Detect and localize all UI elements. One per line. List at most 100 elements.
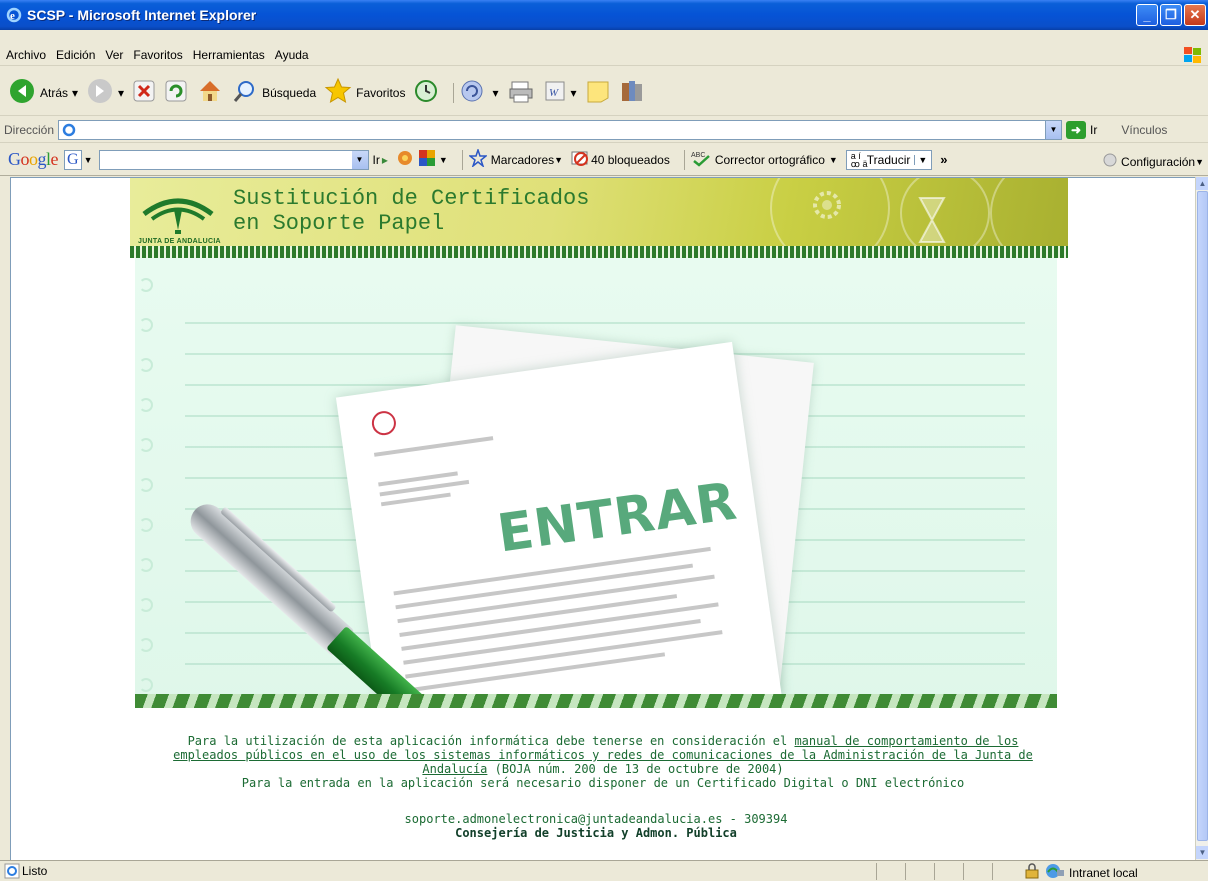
tools-dropdown-icon[interactable]: ▼ — [439, 155, 448, 165]
window-titlebar: e SCSP - Microsoft Internet Explorer _ ❐… — [0, 0, 1208, 30]
stop-icon — [132, 79, 156, 106]
menu-edicion[interactable]: Edición — [56, 48, 95, 62]
mail-button[interactable]: ▾ — [460, 78, 499, 107]
scroll-down-icon[interactable]: ▼ — [1196, 846, 1208, 859]
spellcheck-button[interactable]: ABC Corrector ortográfico ▼ — [691, 149, 838, 170]
spiral-ring — [139, 518, 153, 532]
stop-button[interactable] — [132, 79, 156, 106]
edit-button[interactable]: W ▾ — [543, 79, 577, 106]
google-logo[interactable]: Google — [8, 149, 58, 170]
scroll-up-icon[interactable]: ▲ — [1196, 177, 1208, 190]
edit-dropdown-icon[interactable]: ▾ — [571, 86, 577, 100]
google-g-icon[interactable]: G — [64, 149, 82, 170]
status-panel — [876, 863, 877, 880]
ie-icon: e — [6, 7, 22, 23]
address-input[interactable]: ▼ — [58, 119, 1063, 141]
status-panel — [934, 863, 935, 880]
links-label[interactable]: Vínculos — [1121, 123, 1167, 137]
bookmarks-button[interactable]: Marcadores ▼ — [467, 147, 563, 170]
status-panel — [963, 863, 964, 880]
go-button[interactable]: ➜ Ir — [1066, 120, 1098, 139]
junta-andalucia-logo[interactable] — [138, 186, 218, 246]
back-arrow-icon — [8, 77, 36, 108]
menu-archivo[interactable]: Archivo — [6, 48, 46, 62]
spiral-ring — [139, 598, 153, 612]
hero-illustration[interactable]: ENTRAR — [135, 258, 1057, 706]
usage-notice-boja: (BOJA núm. 200 de 13 de octubre de 2004) — [487, 762, 784, 776]
back-button[interactable]: Atrás ▾ — [8, 77, 78, 108]
google-go-button[interactable]: Ir ▸ — [373, 153, 388, 167]
translate-label: Traducir — [866, 152, 911, 167]
scrollbar-thumb[interactable] — [1197, 191, 1208, 841]
home-button[interactable] — [196, 77, 224, 108]
go-arrow-icon: ➜ — [1066, 120, 1087, 139]
google-separator — [461, 149, 463, 170]
spiral-ring — [139, 558, 153, 572]
status-page-icon — [4, 863, 20, 881]
favorites-button[interactable]: Favoritos — [324, 77, 405, 108]
search-label: Búsqueda — [262, 85, 317, 100]
more-chevron-icon[interactable]: » — [940, 152, 947, 167]
bookmarks-dropdown-icon[interactable]: ▼ — [554, 155, 563, 165]
menu-herramientas[interactable]: Herramientas — [193, 48, 265, 62]
organization-name: Consejería de Justicia y Admon. Pública — [455, 826, 737, 840]
spellcheck-icon: ABC — [691, 149, 711, 170]
standard-toolbar: Atrás ▾ ▾ Búsqueda Favoritos ▾ W ▾ — [0, 70, 1208, 116]
spiral-ring — [139, 278, 153, 292]
menu-ver[interactable]: Ver — [105, 48, 123, 62]
page-icon — [61, 122, 77, 141]
settings-label: Configuración — [1121, 154, 1196, 169]
document-seal-icon — [368, 407, 400, 442]
intranet-globe-icon — [1045, 863, 1065, 881]
close-button[interactable]: ✕ — [1184, 4, 1206, 26]
address-dropdown-icon[interactable]: ▼ — [1045, 120, 1062, 139]
search-button[interactable]: Búsqueda — [232, 78, 316, 107]
color-blocks-icon — [418, 149, 436, 170]
security-zone[interactable]: Intranet local — [1025, 863, 1138, 881]
menu-favoritos[interactable]: Favoritos — [133, 48, 182, 62]
vertical-scrollbar[interactable]: ▲ ▼ — [1195, 177, 1208, 860]
forward-button[interactable]: ▾ — [86, 77, 124, 108]
print-button[interactable] — [507, 78, 535, 107]
translate-button[interactable]: a íꝏ ä Traducir ▼ — [845, 149, 933, 170]
arrow-icon: ▸ — [381, 152, 388, 167]
menu-ayuda[interactable]: Ayuda — [275, 48, 309, 62]
history-button[interactable] — [413, 78, 439, 107]
forward-dropdown-icon[interactable]: ▾ — [118, 86, 124, 100]
banner-title-line2: en Soporte Papel — [233, 211, 445, 236]
flower-icon — [396, 149, 414, 170]
spellcheck-dropdown-icon[interactable]: ▼ — [829, 155, 838, 165]
header-banner: JUNTA DE ANDALUCIA Sustitución de Certif… — [130, 178, 1068, 258]
printer-icon — [507, 78, 535, 107]
word-icon: W — [543, 79, 567, 106]
google-tools-buttons[interactable]: ▼ — [396, 149, 448, 170]
minimize-button[interactable]: _ — [1136, 4, 1158, 26]
contact-block: soporte.admonelectronica@juntadeandaluci… — [131, 812, 1061, 840]
popup-blocker-button[interactable]: 40 bloqueados — [571, 149, 670, 170]
home-icon — [196, 77, 224, 108]
maximize-button[interactable]: ❐ — [1160, 4, 1182, 26]
banner-title: Sustitución de Certificados en Soporte P… — [233, 186, 589, 236]
popup-blocked-icon — [571, 149, 589, 170]
go-label: Ir — [1090, 122, 1098, 137]
refresh-button[interactable] — [164, 79, 188, 106]
toolbar-separator — [453, 82, 455, 103]
spiral-ring — [139, 398, 153, 412]
usage-notice: Para la utilización de esta aplicación i… — [153, 734, 1053, 790]
text-line — [373, 436, 494, 457]
status-text: Listo — [22, 864, 48, 878]
research-button[interactable] — [619, 78, 645, 107]
google-search-input[interactable]: ▼ — [98, 149, 369, 170]
banner-stripe — [130, 246, 1068, 258]
google-settings-button[interactable]: Configuración ▼ — [1102, 152, 1204, 171]
menu-bar: Archivo Edición Ver Favoritos Herramient… — [0, 45, 1208, 66]
support-contact: soporte.admonelectronica@juntadeandaluci… — [404, 812, 788, 826]
settings-dropdown-icon[interactable]: ▼ — [1195, 157, 1204, 167]
translate-dropdown-icon[interactable]: ▼ — [914, 154, 927, 165]
google-search-dropdown-icon[interactable]: ▼ — [351, 150, 368, 169]
discuss-button[interactable] — [585, 78, 611, 107]
back-dropdown-icon[interactable]: ▾ — [72, 86, 78, 100]
mail-dropdown-icon[interactable]: ▾ — [492, 86, 498, 100]
translate-icon: a íꝏ ä — [850, 150, 868, 169]
google-g-dropdown-icon[interactable]: ▼ — [84, 155, 93, 165]
